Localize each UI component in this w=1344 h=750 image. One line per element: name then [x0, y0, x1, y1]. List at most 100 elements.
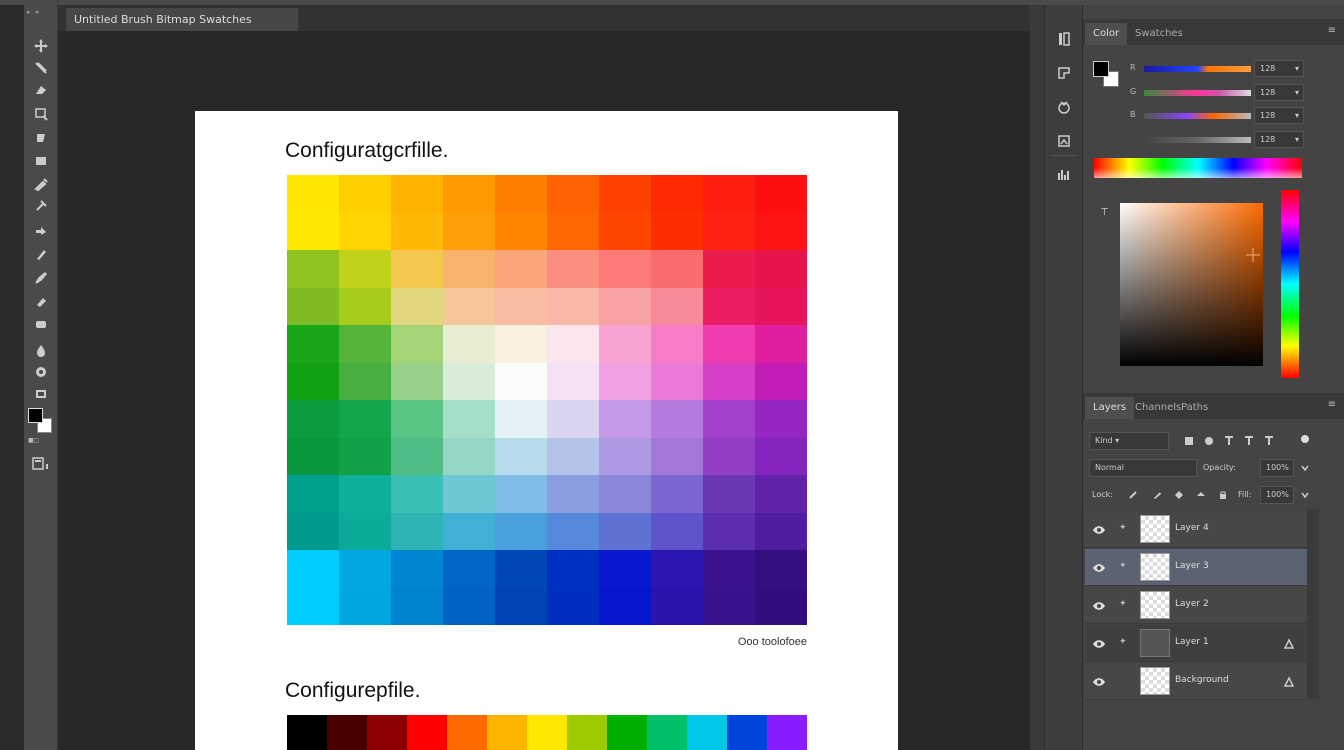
healing-brush-tool-icon[interactable]	[30, 196, 52, 216]
toolbox-grip[interactable]: ▸ ◂	[27, 8, 55, 16]
visibility-eye-icon[interactable]	[1092, 636, 1106, 650]
layer-effects-icon[interactable]	[1283, 635, 1295, 649]
move-tool-icon[interactable]	[30, 36, 52, 56]
grid-swatch	[703, 437, 755, 475]
pen-tool-icon[interactable]	[30, 384, 52, 404]
color-panel-menu-icon[interactable]: ≡	[1328, 25, 1336, 36]
eyedropper-tool-icon[interactable]	[30, 174, 52, 194]
layer-thumbnail[interactable]	[1140, 667, 1170, 695]
layer-name[interactable]: Layer 3	[1175, 561, 1209, 571]
color-picker-field[interactable]	[1120, 203, 1263, 366]
grid-swatch	[547, 437, 599, 475]
layers-panel-menu-icon[interactable]: ≡	[1328, 399, 1336, 410]
layer-row[interactable]: ✦ Layer 4	[1085, 511, 1307, 548]
strip-swatch	[447, 715, 487, 750]
color-spectrum-bar[interactable]	[1094, 158, 1302, 178]
quick-mask-icon[interactable]	[31, 456, 51, 472]
lock-transparent-icon[interactable]	[1126, 488, 1140, 502]
fill-dropdown-icon[interactable]	[1298, 488, 1312, 502]
grid-swatch	[703, 587, 755, 625]
layer-row[interactable]: ✦ Layer 3	[1085, 549, 1307, 586]
document-tab[interactable]: Untitled Brush Bitmap Swatches	[66, 8, 298, 31]
slider-blue-track[interactable]	[1144, 113, 1251, 119]
tab-paths[interactable]: Paths	[1173, 397, 1216, 419]
layer-row[interactable]: ✦ Layer 2	[1085, 587, 1307, 624]
quick-selection-tool-icon[interactable]	[30, 104, 52, 124]
layer-link-icon[interactable]: ✦	[1119, 561, 1129, 573]
default-colors-icon[interactable]: ■□	[28, 437, 39, 444]
filter-smart-object-icon[interactable]	[1262, 434, 1276, 448]
visibility-eye-icon[interactable]	[1092, 598, 1106, 612]
brush-tool-icon[interactable]	[30, 220, 52, 240]
lock-artboard-icon[interactable]	[1194, 488, 1208, 502]
layer-link-icon[interactable]: ✦	[1119, 523, 1129, 535]
history-icon[interactable]	[1052, 61, 1076, 85]
layer-row[interactable]: ✦ Layer 1	[1085, 625, 1307, 662]
marquee-tool-icon[interactable]	[30, 58, 52, 78]
visibility-eye-icon[interactable]	[1092, 674, 1106, 688]
opacity-input[interactable]: 100%	[1260, 459, 1294, 477]
visibility-eye-icon[interactable]	[1092, 522, 1106, 536]
layer-row[interactable]: Background	[1085, 663, 1307, 700]
lock-position-icon[interactable]	[1172, 488, 1186, 502]
filter-type-icon[interactable]	[1222, 434, 1236, 448]
properties-icon[interactable]	[1052, 129, 1076, 153]
filter-shape-icon[interactable]	[1242, 434, 1256, 448]
slider-alpha-value[interactable]: 128 ▾	[1254, 131, 1304, 148]
adjustments-icon[interactable]	[1052, 95, 1076, 119]
layer-thumbnail[interactable]	[1140, 629, 1170, 657]
clone-stamp-tool-icon[interactable]	[30, 244, 52, 264]
layer-name[interactable]: Layer 2	[1175, 599, 1209, 609]
grid-swatch	[391, 512, 443, 550]
layer-name[interactable]: Layer 1	[1175, 637, 1209, 647]
history-brush-tool-icon[interactable]	[30, 268, 52, 288]
tab-swatches[interactable]: Swatches	[1127, 23, 1191, 45]
canvas-vertical-scrollbar[interactable]	[1030, 5, 1044, 750]
slider-blue[interactable]: B 128 ▾	[1130, 107, 1305, 124]
layer-name[interactable]: Layer 4	[1175, 523, 1209, 533]
slider-alpha-track[interactable]	[1144, 137, 1251, 143]
opacity-dropdown-icon[interactable]	[1298, 461, 1312, 475]
slider-blue-value[interactable]: 128 ▾	[1254, 107, 1304, 124]
slider-red[interactable]: R 128 ▾	[1130, 60, 1305, 77]
frame-tool-icon[interactable]	[30, 151, 52, 171]
slider-red-value[interactable]: 128 ▾	[1254, 60, 1304, 77]
slider-green[interactable]: G 128 ▾	[1130, 84, 1305, 101]
channels-icon[interactable]	[1052, 163, 1076, 187]
layer-kind-filter[interactable]: Kind ▾	[1089, 432, 1169, 450]
fill-input[interactable]: 100%	[1260, 486, 1294, 504]
panel-foreground-swatch[interactable]	[1093, 61, 1109, 77]
layers-icon[interactable]	[1052, 27, 1076, 51]
layer-thumbnail[interactable]	[1140, 515, 1170, 543]
filter-toggle-icon[interactable]	[1298, 432, 1312, 446]
slider-green-track[interactable]	[1144, 90, 1251, 96]
slider-alpha[interactable]: 128 ▾	[1130, 131, 1305, 148]
layers-scrollbar[interactable]	[1307, 509, 1319, 699]
document-canvas[interactable]: Configuratgcrfille. Ooo toolofoee Config…	[195, 111, 898, 750]
layer-name[interactable]: Background	[1175, 675, 1229, 685]
blur-tool-icon[interactable]	[30, 340, 52, 360]
lasso-tool-icon[interactable]	[30, 80, 52, 100]
layer-effects-icon[interactable]	[1283, 673, 1295, 687]
layer-thumbnail[interactable]	[1140, 591, 1170, 619]
dodge-tool-icon[interactable]	[30, 362, 52, 382]
lock-image-icon[interactable]	[1150, 488, 1164, 502]
layer-link-icon[interactable]: ✦	[1119, 599, 1129, 611]
lock-all-icon[interactable]	[1216, 488, 1230, 502]
layer-link-icon[interactable]: ✦	[1119, 637, 1129, 649]
hue-slider[interactable]	[1281, 190, 1299, 378]
picker-crosshair-icon[interactable]	[1246, 247, 1260, 262]
layer-thumbnail[interactable]	[1140, 553, 1170, 581]
tab-color[interactable]: Color	[1085, 23, 1128, 45]
slider-red-track[interactable]	[1144, 66, 1251, 72]
visibility-eye-icon[interactable]	[1092, 560, 1106, 574]
blend-mode-select[interactable]: Normal	[1089, 459, 1197, 477]
gradient-tool-icon[interactable]	[30, 315, 52, 335]
slider-green-value[interactable]: 128 ▾	[1254, 84, 1304, 101]
eraser-tool-icon[interactable]	[30, 292, 52, 312]
filter-adjustment-icon[interactable]	[1202, 434, 1216, 448]
foreground-color-swatch[interactable]	[28, 408, 43, 423]
picker-mode-icon[interactable]: ⊤	[1100, 207, 1109, 218]
filter-pixel-icon[interactable]	[1182, 434, 1196, 448]
crop-tool-icon[interactable]	[30, 128, 52, 148]
